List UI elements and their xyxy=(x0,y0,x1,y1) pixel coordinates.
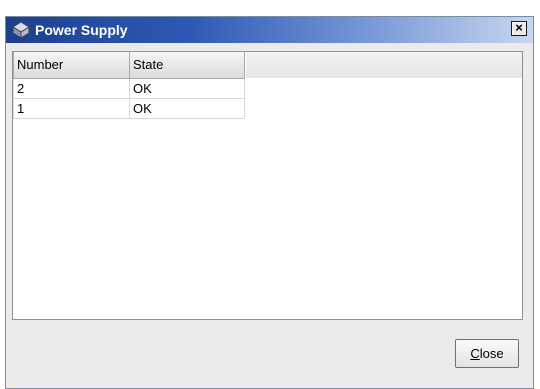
window-title: Power Supply xyxy=(35,22,128,38)
cell-number: 1 xyxy=(13,97,130,119)
cell-state: OK xyxy=(129,77,245,99)
title-bar[interactable]: Power Supply × xyxy=(6,17,533,43)
power-supply-dialog: Power Supply × Number State 2 OK 1 OK C … xyxy=(5,16,534,389)
cell-number: 2 xyxy=(13,77,130,99)
column-header-state[interactable]: State xyxy=(129,52,245,79)
table-row[interactable]: 1 OK xyxy=(13,97,245,119)
table-panel: Number State 2 OK 1 OK xyxy=(12,51,523,320)
power-supply-table: Number State 2 OK 1 OK xyxy=(13,52,245,119)
power-supply-icon xyxy=(12,21,30,39)
close-icon[interactable]: × xyxy=(511,21,527,36)
table-row[interactable]: 2 OK xyxy=(13,77,245,99)
cell-state: OK xyxy=(129,97,245,119)
close-button[interactable]: Close xyxy=(455,339,519,368)
close-label-rest: lose xyxy=(479,346,504,361)
table-header-filler xyxy=(246,52,522,78)
table-header-row: Number State xyxy=(13,52,245,79)
close-mnemonic: C xyxy=(470,346,480,361)
column-header-number[interactable]: Number xyxy=(13,52,130,79)
